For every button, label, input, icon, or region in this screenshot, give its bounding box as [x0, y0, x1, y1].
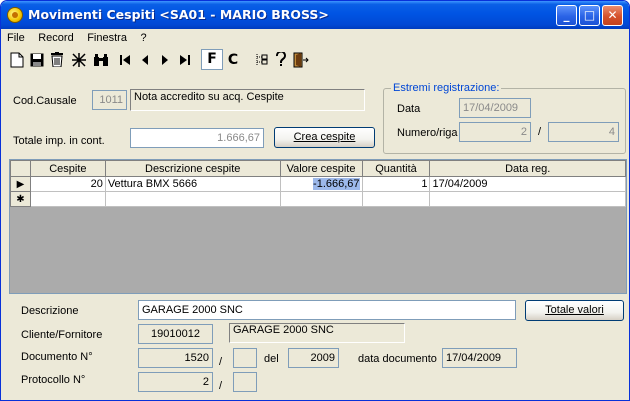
totale-valori-button[interactable]: Totale valori — [525, 300, 624, 321]
totale-imp-label: Totale imp. in cont. — [13, 135, 105, 147]
cod-causale-label: Cod.Causale — [13, 95, 77, 107]
column-header-valore[interactable]: Valore cespite — [279, 160, 363, 177]
column-header-cespite[interactable]: Cespite — [29, 160, 106, 177]
cell-valore-text: -1.666,67 — [313, 177, 360, 190]
current-row-indicator-icon[interactable]: ▶ — [10, 176, 31, 192]
protocollo-label: Protocollo N° — [21, 374, 86, 386]
app-icon — [7, 7, 23, 23]
cell-quantita[interactable]: 1 — [361, 176, 431, 192]
descrizione-label: Descrizione — [21, 305, 79, 317]
cell-cespite[interactable]: 20 — [29, 176, 106, 192]
documento-number-field: 1520 — [138, 348, 213, 368]
next-record-icon[interactable] — [155, 49, 175, 71]
riga-field: 4 — [548, 122, 619, 142]
numero-separator: / — [538, 126, 542, 138]
tree-icon[interactable] — [251, 49, 271, 71]
minimize-icon: _ — [563, 8, 570, 22]
app-window: Movimenti Cespiti <SA01 - MARIO BROSS> _… — [0, 0, 630, 401]
cell-valore[interactable]: -1.666,67 — [279, 176, 363, 192]
prev-record-icon[interactable] — [135, 49, 155, 71]
new-row-indicator-icon[interactable]: ✱ — [10, 191, 31, 207]
menu-file[interactable]: File — [5, 30, 27, 46]
cell-valore[interactable] — [279, 191, 363, 207]
column-header-quantita[interactable]: Quantità — [361, 160, 431, 177]
cod-causale-field[interactable]: 1011 — [92, 90, 127, 110]
protocollo-suffix-field — [233, 372, 257, 392]
table-row-new[interactable]: ✱ — [10, 191, 626, 207]
menu-finestra[interactable]: Finestra — [85, 30, 129, 46]
cancel-filter-button[interactable]: C — [223, 49, 243, 71]
exit-icon[interactable] — [291, 49, 311, 71]
cell-descrizione[interactable] — [104, 191, 281, 207]
title-bar[interactable]: Movimenti Cespiti <SA01 - MARIO BROSS> _… — [1, 1, 629, 29]
column-header-descrizione[interactable]: Descrizione cespite — [104, 160, 281, 177]
data-documento-field: 17/04/2009 — [442, 348, 517, 368]
data-label: Data — [397, 103, 421, 115]
cell-data-reg[interactable]: 17/04/2009 — [429, 176, 626, 192]
crea-cespite-label: Crea cespite — [293, 131, 356, 143]
delete-icon[interactable] — [47, 49, 67, 71]
menu-record[interactable]: Record — [36, 30, 75, 46]
numero-riga-label: Numero/riga — [397, 127, 458, 139]
protocollo-separator: / — [219, 380, 223, 392]
numero-field: 2 — [459, 122, 531, 142]
descrizione-field[interactable]: GARAGE 2000 SNC — [138, 300, 516, 320]
menu-help[interactable]: ? — [138, 30, 148, 46]
documento-suffix-field — [233, 348, 257, 368]
row-selector-header — [10, 160, 31, 177]
grid-header-row: Cespite Descrizione cespite Valore cespi… — [10, 160, 626, 177]
protocollo-field: 2 — [138, 372, 213, 392]
last-record-icon[interactable] — [175, 49, 195, 71]
cliente-fornitore-label: Cliente/Fornitore — [21, 329, 103, 341]
column-header-data-reg[interactable]: Data reg. — [429, 160, 626, 177]
close-icon: ✕ — [607, 8, 618, 22]
menu-bar: File Record Finestra ? — [5, 30, 155, 47]
cliente-name-field: GARAGE 2000 SNC — [229, 323, 405, 343]
documento-separator: / — [219, 356, 223, 368]
estremi-registrazione-title: Estremi registrazione: — [391, 82, 502, 94]
maximize-button[interactable]: □ — [579, 5, 600, 26]
binoculars-icon[interactable] — [91, 49, 111, 71]
first-record-icon[interactable] — [115, 49, 135, 71]
documento-anno-field: 2009 — [288, 348, 339, 368]
crea-cespite-button[interactable]: Crea cespite — [274, 127, 375, 148]
data-documento-label: data documento — [358, 353, 437, 365]
totale-valori-label: Totale valori — [545, 304, 604, 316]
clear-icon[interactable] — [69, 49, 89, 71]
cell-descrizione[interactable]: Vettura BMX 5666 — [104, 176, 281, 192]
cell-quantita[interactable] — [361, 191, 431, 207]
save-icon[interactable] — [27, 49, 47, 71]
del-label: del — [264, 353, 279, 365]
cell-data-reg[interactable] — [429, 191, 626, 207]
maximize-icon: □ — [583, 8, 596, 22]
cliente-code-field: 19010012 — [138, 324, 213, 344]
causale-description: Nota accredito su acq. Cespite — [130, 89, 365, 111]
documento-label: Documento N° — [21, 351, 93, 363]
close-button[interactable]: ✕ — [602, 5, 623, 26]
window-title: Movimenti Cespiti <SA01 - MARIO BROSS> — [28, 7, 329, 22]
cell-cespite[interactable] — [29, 191, 106, 207]
filter-button[interactable]: F — [201, 49, 223, 70]
cespiti-table: Cespite Descrizione cespite Valore cespi… — [10, 160, 626, 207]
minimize-button[interactable]: _ — [556, 5, 577, 26]
table-row[interactable]: ▶ 20 Vettura BMX 5666 -1.666,67 1 17/04/… — [10, 176, 626, 192]
data-registrazione-field: 17/04/2009 — [459, 98, 531, 118]
totale-imp-field[interactable]: 1.666,67 — [130, 128, 264, 148]
cespiti-grid[interactable]: Cespite Descrizione cespite Valore cespi… — [9, 159, 627, 294]
help-icon[interactable] — [271, 49, 291, 71]
new-icon[interactable] — [7, 49, 27, 71]
